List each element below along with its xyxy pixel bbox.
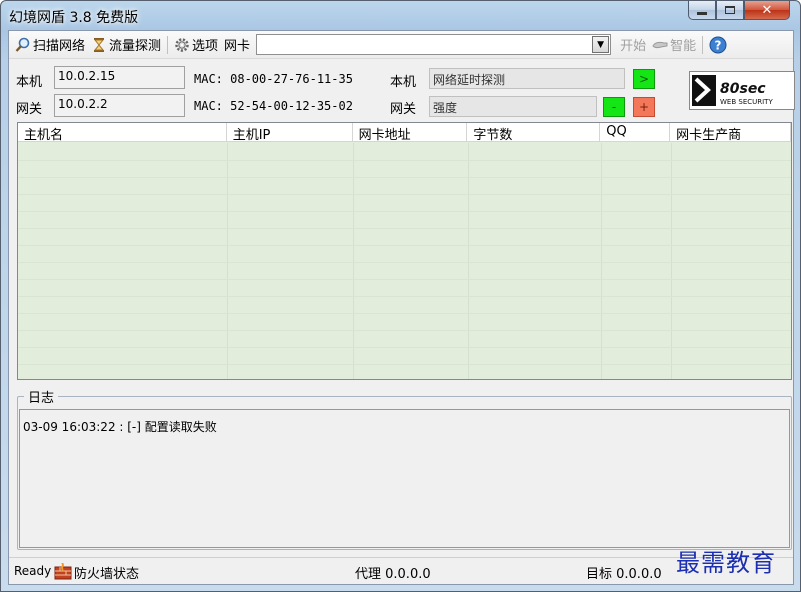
column-header-vendor[interactable]: 网卡生产商: [670, 123, 791, 142]
nic-dropdown[interactable]: ▼: [256, 34, 612, 55]
strength-gateway-label: 网关: [390, 102, 417, 117]
probe-start-button[interactable]: >: [633, 69, 655, 89]
smart-hand-icon: [652, 37, 668, 53]
close-icon: ✕: [761, 2, 773, 18]
svg-text:?: ?: [715, 38, 722, 52]
watermark-text: 最需教育: [676, 549, 776, 577]
table-gridline: [18, 279, 791, 280]
probe-field: 网络延时探测: [429, 68, 625, 89]
magnifier-icon: [15, 37, 31, 53]
table-gridline: [18, 160, 791, 161]
toolbar: 扫描网络 流量探测 选项 网卡 ▼ 开始 智能 ?: [9, 31, 793, 59]
log-entry: 03-09 16:03:22 : [-] 配置读取失败: [23, 420, 217, 434]
table-gridline: [18, 262, 791, 263]
start-button[interactable]: 开始: [617, 34, 649, 56]
column-header-qq[interactable]: QQ: [600, 123, 671, 142]
table-gridline: [18, 211, 791, 212]
toolbar-separator: [167, 35, 169, 54]
window-controls: ✕: [688, 1, 790, 21]
traffic-probe-button[interactable]: 流量探测: [88, 34, 164, 56]
firewall-status[interactable]: 防火墙状态: [74, 563, 139, 582]
minimize-icon: [697, 11, 707, 15]
column-header-mac[interactable]: 网卡地址: [353, 123, 468, 142]
table-gridline: [18, 313, 791, 314]
minimize-button[interactable]: [688, 1, 716, 20]
status-ready: Ready: [14, 564, 52, 578]
smart-label: 智能: [670, 39, 697, 54]
column-header-bytes[interactable]: 字节数: [467, 123, 601, 142]
column-header-host-ip[interactable]: 主机IP: [227, 123, 353, 142]
log-group: 日志 03-09 16:03:22 : [-] 配置读取失败: [17, 387, 792, 550]
table-gridline: [18, 347, 791, 348]
svg-text:WEB SECURITY: WEB SECURITY: [720, 98, 773, 106]
table-gridline: [18, 364, 791, 365]
chevron-down-icon[interactable]: ▼: [592, 36, 610, 53]
window-title: 幻境网盾 3.8 免费版: [9, 10, 139, 26]
local-ip-field[interactable]: 10.0.2.15: [54, 66, 185, 89]
smart-button[interactable]: 智能: [649, 34, 699, 56]
logo-80sec: 80sec WEB SECURITY: [689, 71, 795, 110]
gear-icon: [174, 37, 190, 53]
local-mac: MAC: 08-00-27-76-11-35: [194, 72, 353, 86]
svg-text:80sec: 80sec: [720, 81, 766, 97]
strength-decrease-button[interactable]: -: [603, 97, 625, 117]
target-status: 目标 0.0.0.0: [586, 567, 662, 582]
table-gridline: [18, 194, 791, 195]
traffic-probe-label: 流量探测: [109, 39, 162, 54]
table-gridline: [18, 330, 791, 331]
log-title: 日志: [24, 387, 59, 406]
options-button[interactable]: 选项: [171, 34, 221, 56]
maximize-button[interactable]: [716, 1, 744, 20]
log-output[interactable]: 03-09 16:03:22 : [-] 配置读取失败: [19, 409, 790, 548]
title-bar[interactable]: 幻境网盾 3.8 免费版 ✕: [1, 1, 800, 31]
main-window: 幻境网盾 3.8 免费版 ✕ 扫描网络 流量探测 选项 网卡 ▼ 开始 智能 ?…: [0, 0, 801, 592]
client-area: 扫描网络 流量探测 选项 网卡 ▼ 开始 智能 ? 本机 10.0.2.15 M…: [8, 30, 795, 585]
scan-network-button[interactable]: 扫描网络: [12, 34, 88, 56]
table-header: 主机名 主机IP 网卡地址 字节数 QQ 网卡生产商: [18, 123, 791, 142]
help-button[interactable]: ?: [706, 34, 732, 56]
table-gridline: [18, 177, 791, 178]
options-label: 选项: [192, 39, 219, 54]
help-icon: ?: [709, 36, 727, 54]
scan-network-label: 扫描网络: [33, 39, 86, 54]
toolbar-separator: [702, 35, 704, 54]
gateway-ip-field[interactable]: 10.0.2.2: [54, 94, 185, 117]
table-gridline: [18, 228, 791, 229]
local-label: 本机: [16, 75, 43, 90]
host-table[interactable]: 主机名 主机IP 网卡地址 字节数 QQ 网卡生产商: [17, 122, 792, 380]
hourglass-icon: [91, 37, 107, 53]
firewall-icon: [54, 562, 72, 580]
table-body: [18, 143, 791, 379]
gateway-mac: MAC: 52-54-00-12-35-02: [194, 99, 353, 113]
proxy-status: 代理 0.0.0.0: [355, 567, 431, 582]
table-gridline: [18, 296, 791, 297]
maximize-icon: [725, 6, 735, 14]
table-gridline: [18, 245, 791, 246]
gateway-label: 网关: [16, 102, 43, 117]
column-header-hostname[interactable]: 主机名: [18, 123, 227, 142]
probe-local-label: 本机: [390, 75, 417, 90]
close-button[interactable]: ✕: [744, 1, 790, 20]
nic-label: 网卡: [224, 39, 251, 54]
strength-field: 强度: [429, 96, 597, 117]
strength-increase-button[interactable]: +: [633, 97, 655, 117]
